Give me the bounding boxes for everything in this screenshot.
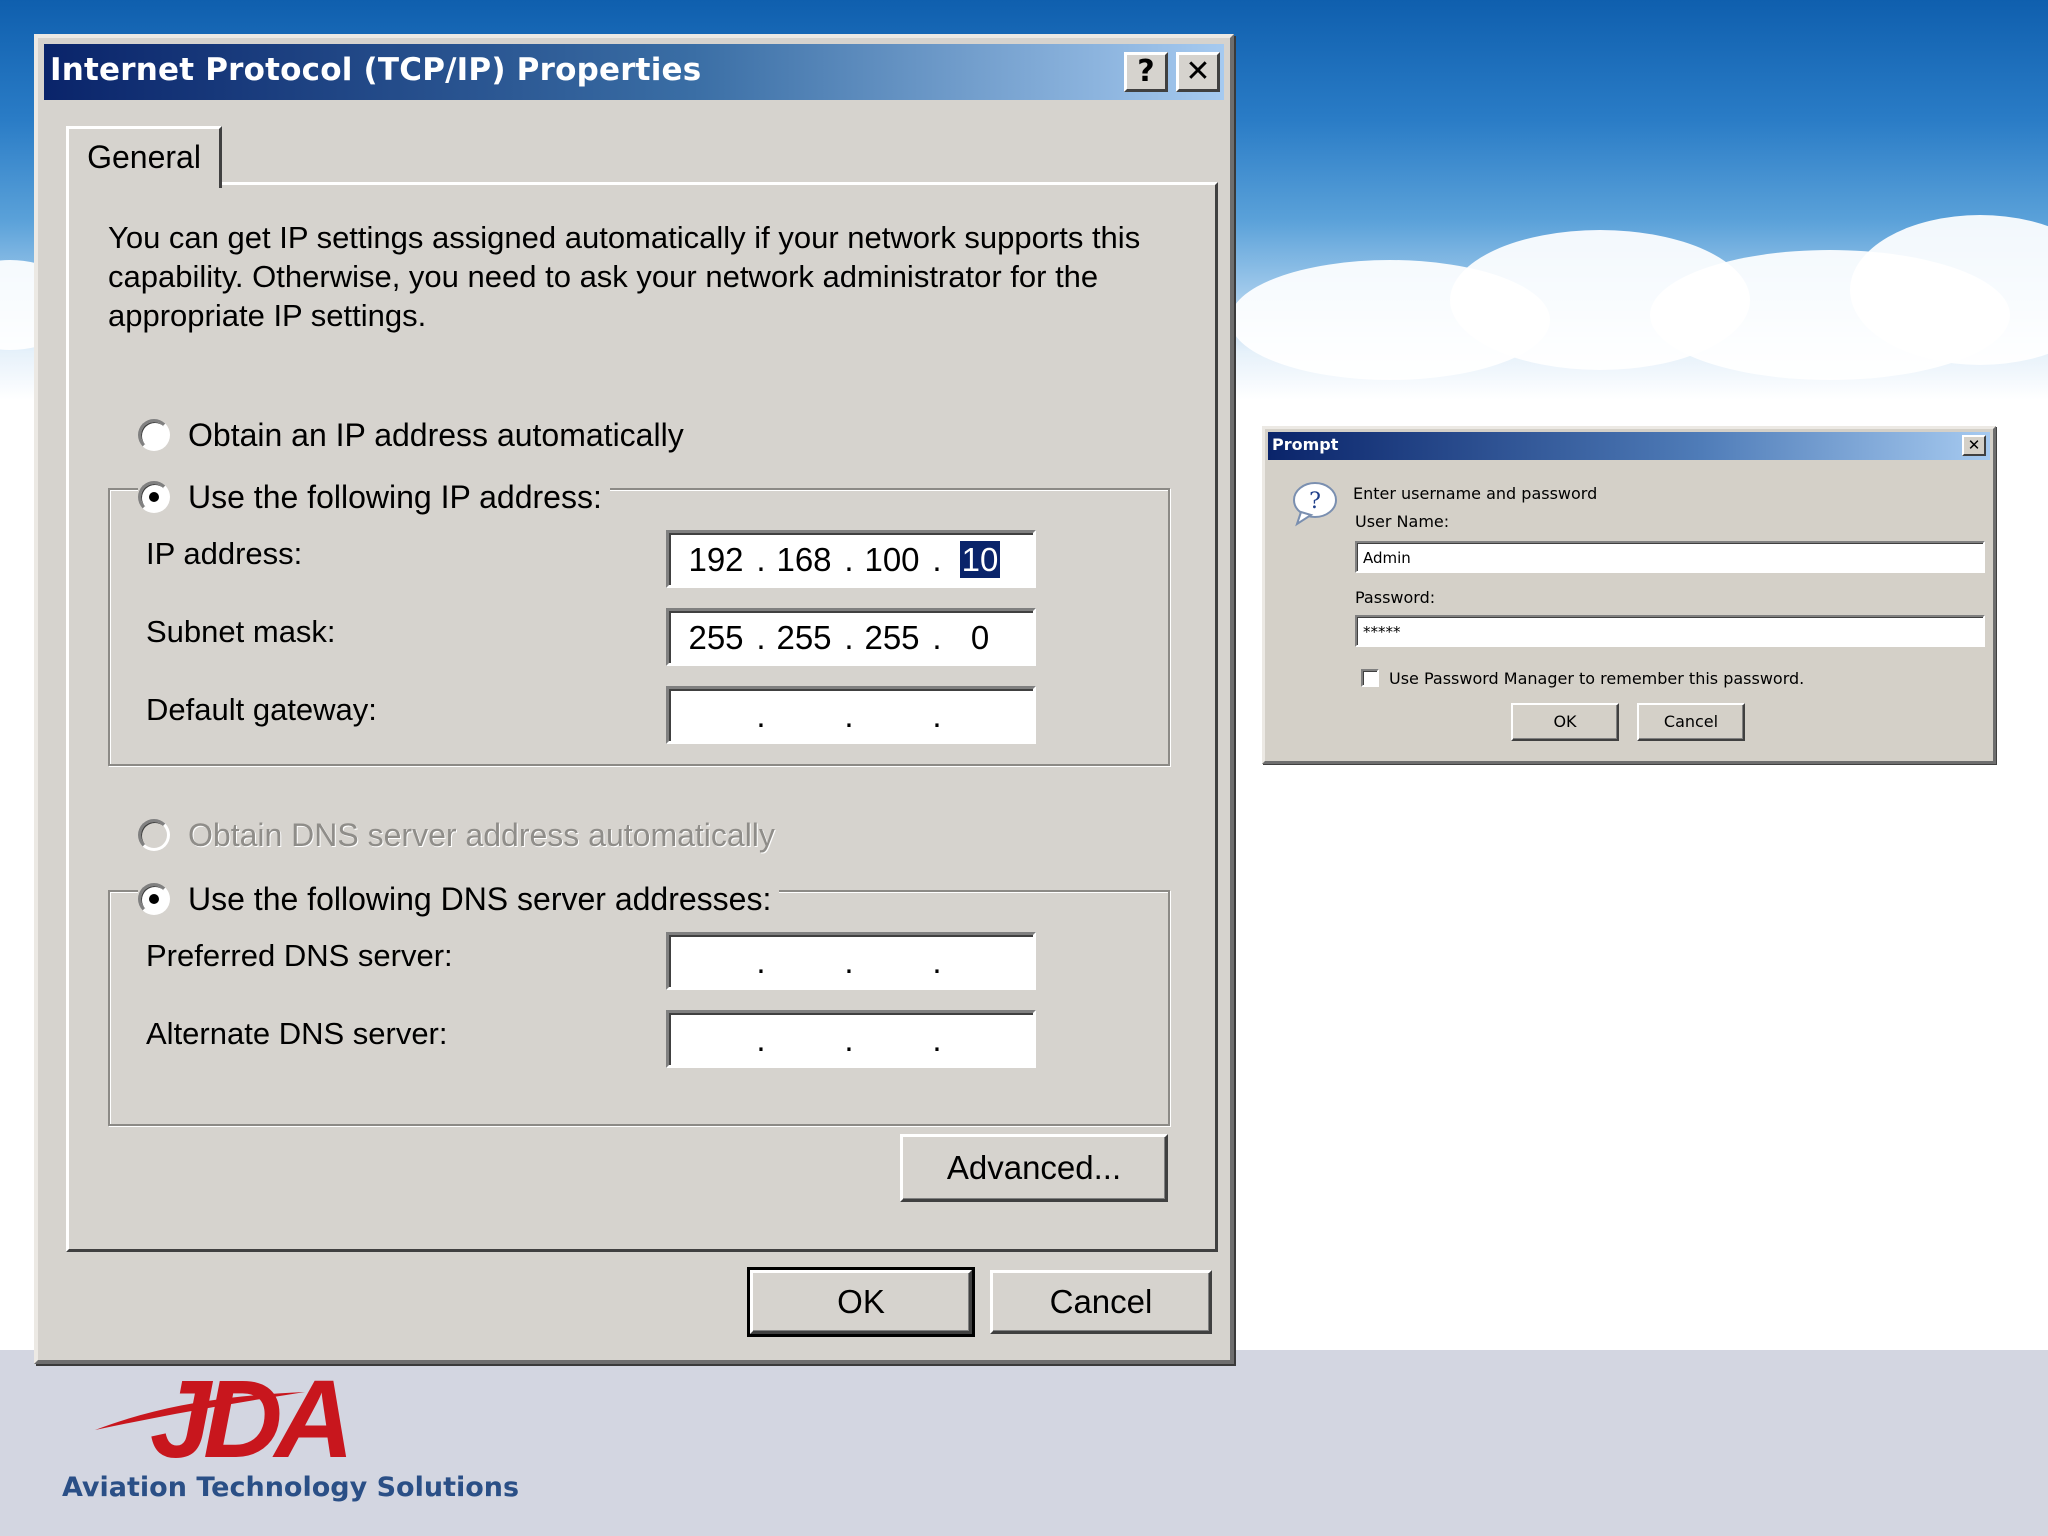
octet-separator: . <box>756 619 766 656</box>
octet-separator: . <box>756 943 766 980</box>
radio-button-selected[interactable] <box>138 481 170 513</box>
ip-address-field[interactable]: 192 . 168 . 100 . 10 <box>666 530 1036 588</box>
octet-separator: . <box>844 943 854 980</box>
password-label: Password: <box>1355 588 1436 607</box>
ip-octet-4[interactable]: 10 <box>945 541 1015 579</box>
prompt-cancel-button[interactable]: Cancel <box>1637 703 1745 741</box>
tcpip-properties-dialog: Internet Protocol (TCP/IP) Properties ? … <box>34 34 1234 1364</box>
question-bubble-icon: ? <box>1293 482 1337 527</box>
prompt-message: Enter username and password <box>1353 484 1598 503</box>
radio-label: Use the following DNS server addresses: <box>188 880 772 917</box>
tab-general[interactable]: General <box>66 126 222 188</box>
ip-octet-2[interactable]: 168 <box>769 541 839 579</box>
subnet-octet-1[interactable]: 255 <box>681 619 751 657</box>
octet-separator: . <box>756 697 766 734</box>
octet-separator: . <box>844 1021 854 1058</box>
description-text: You can get IP settings assigned automat… <box>108 220 1141 333</box>
radio-label: Obtain an IP address automatically <box>188 416 684 453</box>
default-gateway-label: Default gateway: <box>146 692 377 727</box>
radio-button-unselected[interactable] <box>138 419 170 451</box>
subnet-mask-field[interactable]: 255 . 255 . 255 . 0 <box>666 608 1036 666</box>
prompt-close-button[interactable]: ✕ <box>1962 435 1986 456</box>
ip-octet-3[interactable]: 100 <box>857 541 927 579</box>
radio-label: Obtain DNS server address automatically <box>188 816 775 853</box>
obtain-dns-automatically-radio: Obtain DNS server address automatically <box>138 812 783 858</box>
selected-octet-text: 10 <box>959 541 1001 578</box>
username-label: User Name: <box>1355 512 1450 531</box>
subnet-octet-3[interactable]: 255 <box>857 619 927 657</box>
help-button[interactable]: ? <box>1124 52 1168 92</box>
octet-separator: . <box>932 943 942 980</box>
prompt-title-bar[interactable]: Prompt ✕ <box>1268 432 1990 460</box>
alternate-dns-field[interactable]: . . . <box>666 1010 1036 1068</box>
radio-label: Use the following IP address: <box>188 478 602 515</box>
octet-separator: . <box>844 619 854 656</box>
password-input[interactable]: ***** <box>1355 615 1985 647</box>
prompt-title: Prompt <box>1272 435 1339 454</box>
obtain-ip-automatically-radio[interactable]: Obtain an IP address automatically <box>138 412 692 458</box>
close-button[interactable]: ✕ <box>1176 52 1220 92</box>
default-gateway-field[interactable]: . . . <box>666 686 1036 744</box>
subnet-octet-4[interactable]: 0 <box>945 619 1015 657</box>
logo-text: JDA <box>150 1358 354 1481</box>
prompt-ok-button[interactable]: OK <box>1511 703 1619 741</box>
octet-separator: . <box>932 1021 942 1058</box>
octet-separator: . <box>932 697 942 734</box>
remember-password-checkbox[interactable] <box>1361 669 1379 687</box>
company-logo: JDA Aviation Technology Solutions <box>60 1360 520 1520</box>
subnet-octet-2[interactable]: 255 <box>769 619 839 657</box>
ip-address-label: IP address: <box>146 536 303 571</box>
logo-tagline: Aviation Technology Solutions <box>62 1472 520 1503</box>
dns-server-group <box>108 890 1170 1126</box>
preferred-dns-field[interactable]: . . . <box>666 932 1036 990</box>
octet-separator: . <box>932 541 942 578</box>
subnet-mask-label: Subnet mask: <box>146 614 336 649</box>
username-input[interactable]: Admin <box>1355 541 1985 573</box>
use-following-ip-radio[interactable]: Use the following IP address: <box>138 474 610 520</box>
radio-button-selected[interactable] <box>138 883 170 915</box>
octet-separator: . <box>844 541 854 578</box>
prompt-dialog: Prompt ✕ ? Enter username and password U… <box>1262 426 1996 764</box>
preferred-dns-label: Preferred DNS server: <box>146 938 453 973</box>
octet-separator: . <box>756 1021 766 1058</box>
octet-separator: . <box>756 541 766 578</box>
octet-separator: . <box>844 697 854 734</box>
remember-password-label: Use Password Manager to remember this pa… <box>1389 669 1805 688</box>
advanced-button[interactable]: Advanced... <box>900 1134 1168 1202</box>
radio-button-disabled <box>138 819 170 851</box>
dialog-title: Internet Protocol (TCP/IP) Properties <box>50 52 702 88</box>
use-following-dns-radio[interactable]: Use the following DNS server addresses: <box>138 876 780 922</box>
octet-separator: . <box>932 619 942 656</box>
title-bar[interactable]: Internet Protocol (TCP/IP) Properties ? … <box>44 44 1224 100</box>
ip-octet-1[interactable]: 192 <box>681 541 751 579</box>
svg-text:?: ? <box>1309 489 1321 514</box>
cancel-button[interactable]: Cancel <box>990 1270 1212 1334</box>
ok-button[interactable]: OK <box>747 1267 975 1337</box>
alternate-dns-label: Alternate DNS server: <box>146 1016 448 1051</box>
